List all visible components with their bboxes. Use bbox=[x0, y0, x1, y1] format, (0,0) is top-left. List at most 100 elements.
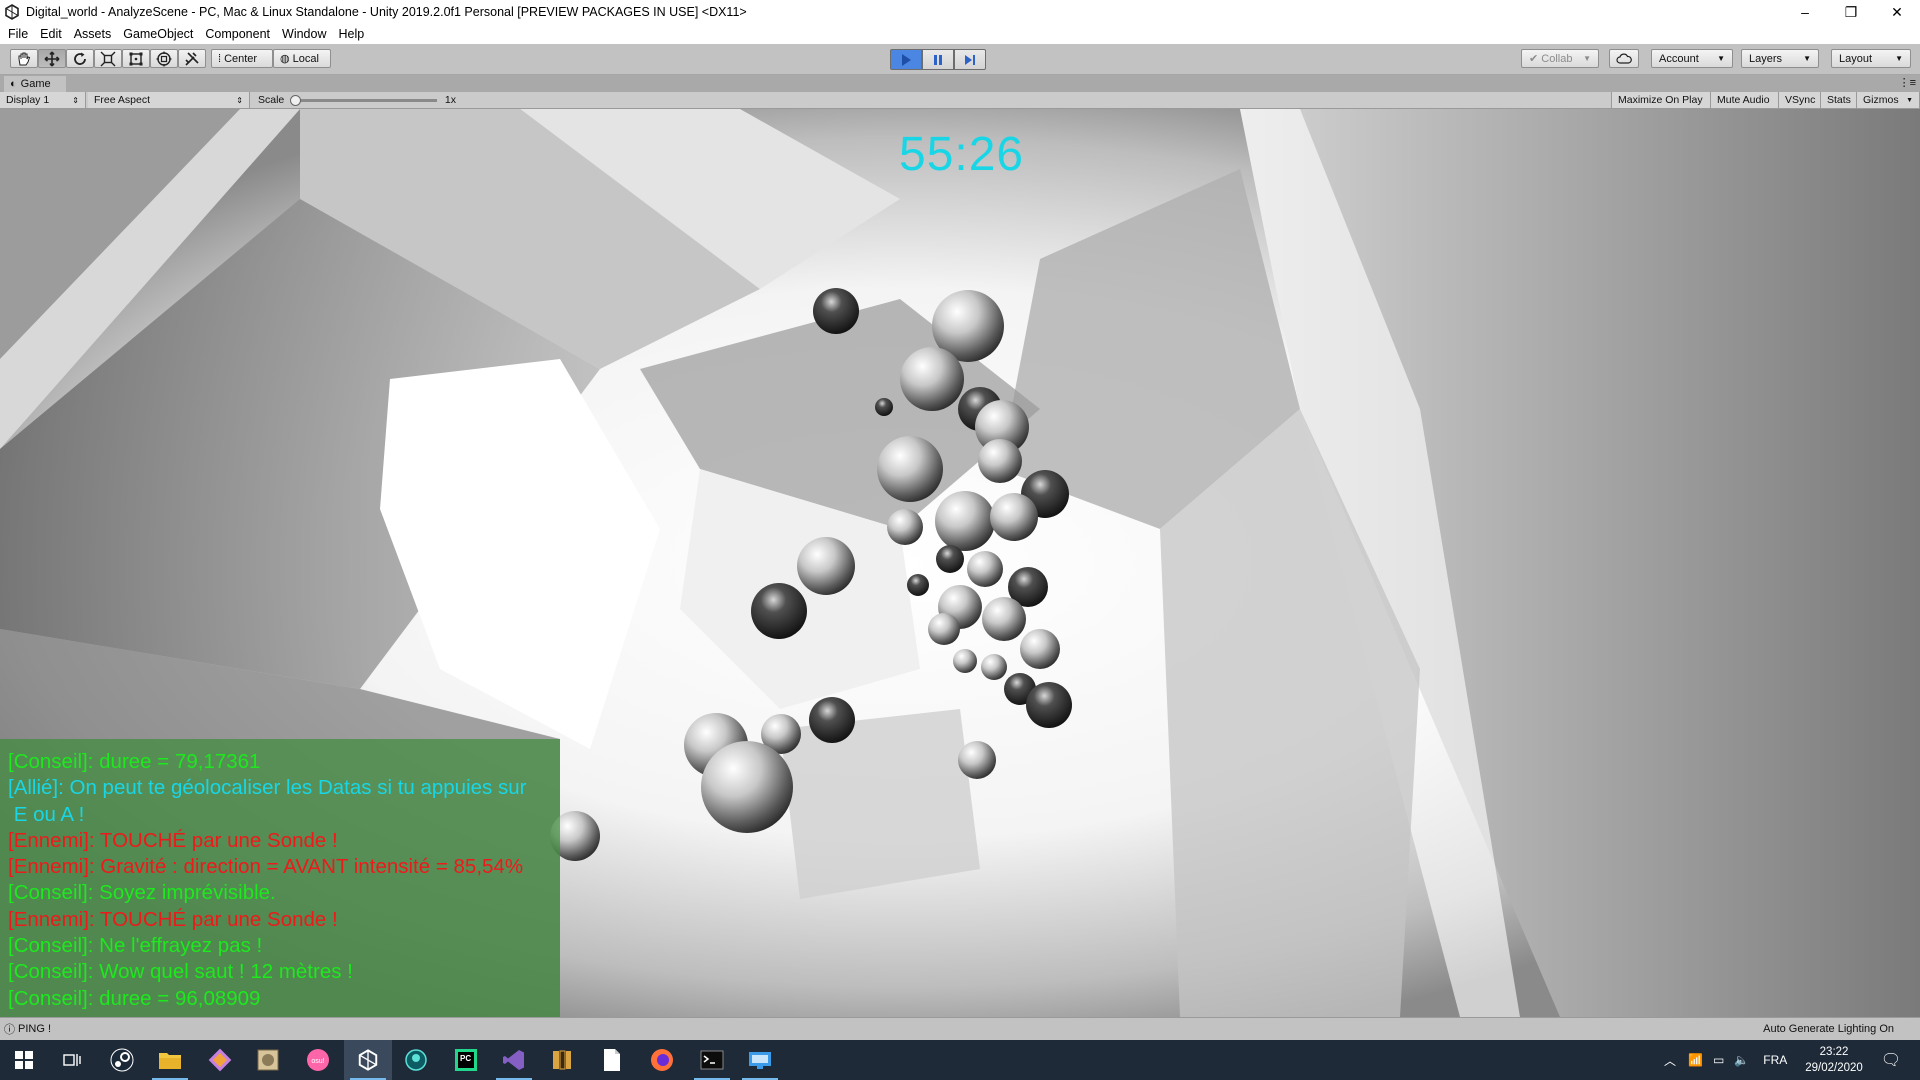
svg-text:osu!: osu! bbox=[311, 1058, 324, 1065]
pause-icon bbox=[934, 54, 942, 65]
space-label: Local bbox=[292, 52, 319, 65]
step-button[interactable] bbox=[954, 49, 986, 70]
maximize-button[interactable]: ❐ bbox=[1828, 0, 1874, 24]
steam-icon bbox=[110, 1048, 134, 1072]
pivot-icon: ⁞ bbox=[218, 52, 222, 65]
info-icon: ⓘ bbox=[4, 1024, 15, 1036]
notifications-icon[interactable]: 🗨 bbox=[1881, 1050, 1901, 1070]
chat-line: [Ennemi]: TOUCHÉ par une Sonde ! bbox=[8, 907, 338, 931]
volume-icon[interactable]: 🔈 bbox=[1734, 1053, 1749, 1067]
move-icon bbox=[44, 51, 60, 66]
menu-edit[interactable]: Edit bbox=[40, 27, 62, 41]
minimize-button[interactable]: – bbox=[1782, 0, 1828, 24]
stats-toggle[interactable]: Stats bbox=[1821, 92, 1857, 108]
scale-tool-button[interactable] bbox=[94, 49, 122, 68]
pivot-space-toggle[interactable]: ◍ Local bbox=[273, 49, 331, 68]
taskbar-books[interactable] bbox=[538, 1040, 586, 1080]
taskbar-pycharm[interactable]: PC bbox=[442, 1040, 490, 1080]
chevron-up-icon[interactable]: ︿ bbox=[1664, 1052, 1676, 1069]
vsync-toggle[interactable]: VSync bbox=[1779, 92, 1821, 108]
pause-button[interactable] bbox=[922, 49, 954, 70]
layers-dropdown[interactable]: Layers ▼ bbox=[1741, 49, 1819, 68]
menu-file[interactable]: File bbox=[8, 27, 28, 41]
tab-game[interactable]: ◐ Game bbox=[4, 76, 66, 92]
taskbar-unity[interactable] bbox=[344, 1040, 392, 1080]
collab-check-icon: ✔ bbox=[1529, 53, 1542, 65]
visual-studio-icon bbox=[503, 1050, 524, 1070]
transform-tool-button[interactable] bbox=[150, 49, 178, 68]
taskbar-visual-studio[interactable] bbox=[490, 1040, 538, 1080]
play-icon bbox=[902, 53, 911, 66]
menu-help[interactable]: Help bbox=[338, 27, 364, 41]
step-icon bbox=[965, 54, 975, 65]
menu-window[interactable]: Window bbox=[282, 27, 326, 41]
menu-gameobject[interactable]: GameObject bbox=[123, 27, 193, 41]
hand-icon bbox=[18, 52, 31, 65]
window-title: Digital_world - AnalyzeScene - PC, Mac &… bbox=[26, 5, 747, 19]
taskbar-notepad[interactable] bbox=[588, 1040, 636, 1080]
layout-dropdown[interactable]: Layout ▼ bbox=[1831, 49, 1911, 68]
cloud-services-button[interactable] bbox=[1609, 49, 1639, 68]
chat-log-panel: [Conseil]: duree = 79,17361 [Allié]: On … bbox=[0, 739, 560, 1017]
unity-icon bbox=[358, 1049, 378, 1071]
close-button[interactable]: ✕ bbox=[1874, 0, 1920, 24]
chat-line: [Ennemi]: TOUCHÉ par une Sonde ! bbox=[8, 828, 338, 852]
collab-dropdown[interactable]: ✔ Collab ▼ bbox=[1521, 49, 1599, 68]
mute-audio-toggle[interactable]: Mute Audio bbox=[1711, 92, 1779, 108]
language-indicator[interactable]: FRA bbox=[1763, 1053, 1787, 1067]
svg-text:PC: PC bbox=[460, 1054, 471, 1063]
scale-slider[interactable] bbox=[290, 94, 437, 106]
display-label: Display 1 bbox=[6, 94, 50, 106]
taskbar-osu[interactable]: osu! bbox=[294, 1040, 342, 1080]
pivot-center-toggle[interactable]: ⁞ Center bbox=[211, 49, 273, 68]
chevron-down-icon: ▼ bbox=[1895, 54, 1903, 63]
account-dropdown[interactable]: Account ▼ bbox=[1651, 49, 1733, 68]
unity-logo-icon bbox=[5, 4, 19, 20]
taskbar-image-app[interactable] bbox=[244, 1040, 292, 1080]
game-view-toolbar: Display 1 ⇕ Free Aspect ⇕ Scale 1x Maximiz… bbox=[0, 92, 1920, 109]
game-viewport[interactable]: 55:26 [Conseil]: duree = 79,17361 [Allié… bbox=[0, 109, 1920, 1017]
task-view-button[interactable] bbox=[48, 1040, 96, 1080]
menu-bar: File Edit Assets GameObject Component Wi… bbox=[0, 24, 1920, 44]
pycharm-icon: PC bbox=[455, 1049, 477, 1071]
layout-label: Layout bbox=[1839, 52, 1873, 65]
game-tab-strip: ◐ Game ⋮≡ bbox=[0, 75, 1920, 92]
gizmos-dropdown[interactable]: Gizmos ▼ bbox=[1857, 92, 1920, 108]
firefox-icon bbox=[651, 1049, 673, 1071]
play-button[interactable] bbox=[890, 49, 922, 70]
scale-slider-thumb[interactable] bbox=[290, 94, 302, 106]
aspect-label: Free Aspect bbox=[94, 94, 151, 106]
taskbar-steam[interactable] bbox=[98, 1040, 146, 1080]
lighting-status[interactable]: Auto Generate Lighting On bbox=[1763, 1023, 1894, 1035]
console-status-message[interactable]: PING ! bbox=[18, 1023, 51, 1035]
menu-component[interactable]: Component bbox=[205, 27, 270, 41]
globe-icon: ◍ bbox=[280, 53, 290, 65]
status-bar: ⓘ PING ! Auto Generate Lighting On bbox=[0, 1017, 1920, 1040]
rotate-tool-button[interactable] bbox=[66, 49, 94, 68]
display-dropdown[interactable]: Display 1 ⇕ bbox=[0, 92, 86, 108]
battery-icon[interactable]: ▭ bbox=[1713, 1053, 1724, 1067]
move-tool-button[interactable] bbox=[38, 49, 66, 68]
taskbar-firefox[interactable] bbox=[638, 1040, 686, 1080]
clock[interactable]: 23:22 29/02/2020 bbox=[1805, 1044, 1863, 1076]
taskbar-gitkraken[interactable] bbox=[392, 1040, 440, 1080]
taskbar-git[interactable] bbox=[196, 1040, 244, 1080]
taskbar-file-explorer[interactable] bbox=[146, 1040, 194, 1080]
aspect-dropdown[interactable]: Free Aspect ⇕ bbox=[88, 92, 250, 108]
taskbar-remote[interactable] bbox=[736, 1040, 784, 1080]
custom-tool-button[interactable] bbox=[178, 49, 206, 68]
hand-tool-button[interactable] bbox=[10, 49, 38, 68]
hud-timer: 55:26 bbox=[899, 128, 1025, 181]
rect-tool-button[interactable] bbox=[122, 49, 150, 68]
tab-menu-icon[interactable]: ⋮≡ bbox=[1899, 76, 1916, 89]
git-icon bbox=[208, 1048, 232, 1072]
menu-assets[interactable]: Assets bbox=[74, 27, 112, 41]
start-button[interactable] bbox=[0, 1040, 48, 1080]
clock-date: 29/02/2020 bbox=[1805, 1062, 1863, 1074]
taskbar-terminal[interactable] bbox=[688, 1040, 736, 1080]
chat-line: [Conseil]: duree = 79,17361 bbox=[8, 750, 261, 773]
chat-line: [Conseil]: Wow quel saut ! 12 mètres ! bbox=[8, 960, 353, 984]
maximize-on-play-toggle[interactable]: Maximize On Play bbox=[1611, 92, 1711, 108]
books-icon bbox=[553, 1050, 571, 1070]
wifi-icon[interactable]: 📶 bbox=[1688, 1053, 1703, 1067]
